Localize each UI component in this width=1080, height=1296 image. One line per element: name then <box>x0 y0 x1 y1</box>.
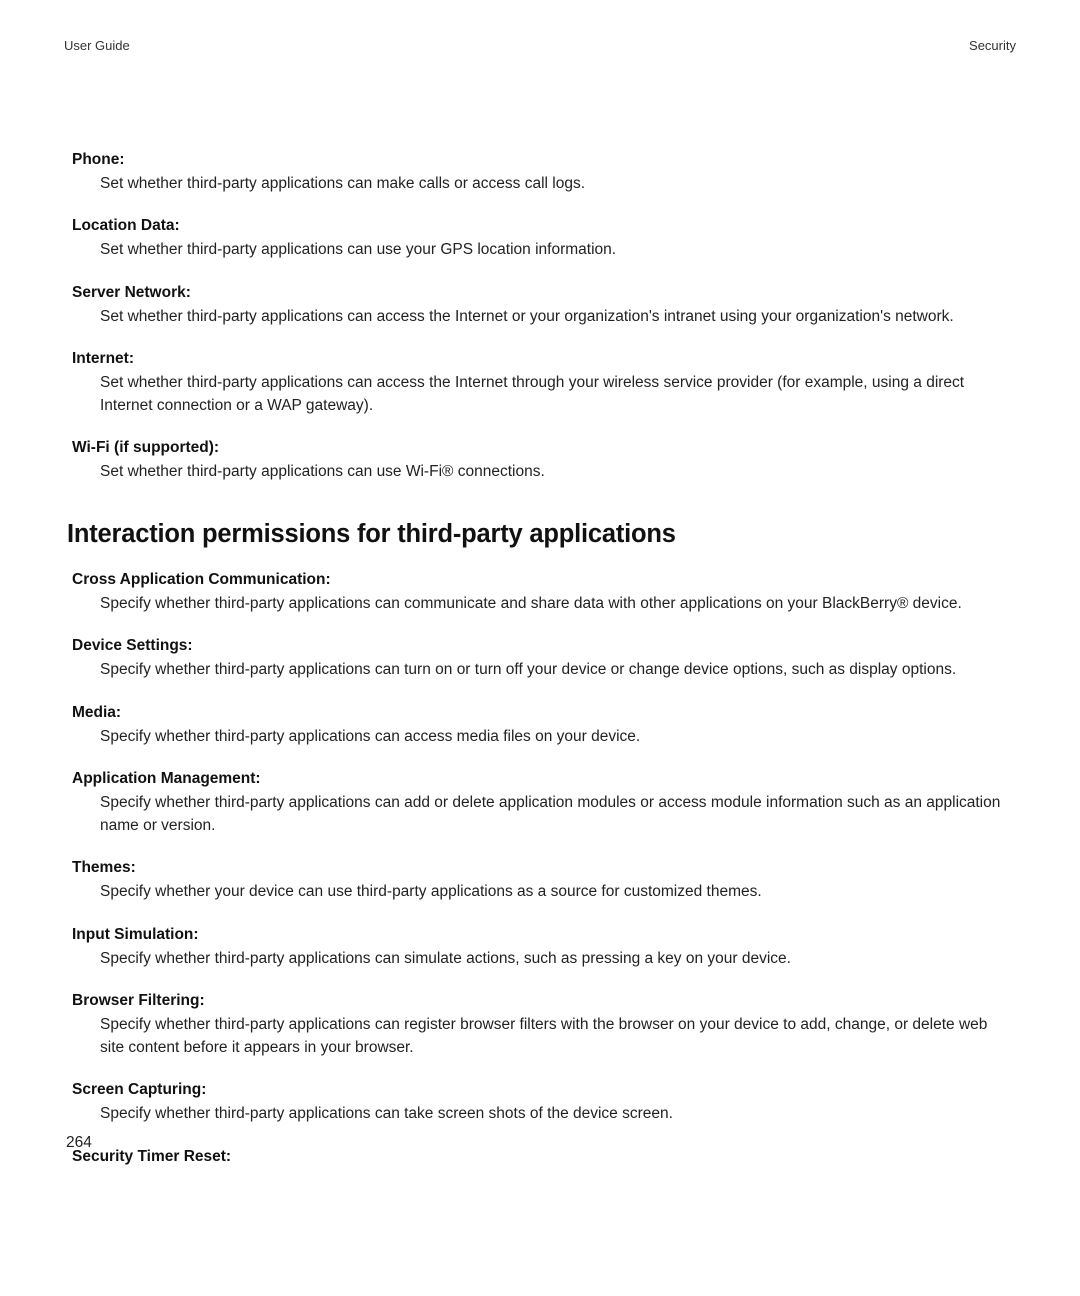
definition-title: Wi-Fi (if supported): <box>72 439 1016 457</box>
definition-item: Location Data: Set whether third-party ap… <box>72 217 1016 261</box>
definition-item: Browser Filtering: Specify whether third-… <box>72 992 1016 1059</box>
definition-description: Specify whether third-party applications… <box>72 948 1016 970</box>
definition-description: Specify whether third-party applications… <box>72 1014 1016 1059</box>
page-number: 264 <box>66 1134 92 1152</box>
definition-title: Application Management: <box>72 770 1016 788</box>
definition-title: Device Settings: <box>72 637 1016 655</box>
definition-description: Specify whether third-party applications… <box>72 593 1016 615</box>
definition-title: Security Timer Reset: <box>72 1148 1016 1166</box>
header-left: User Guide <box>64 38 130 53</box>
definition-description: Set whether third-party applications can… <box>72 461 1016 483</box>
definition-title: Themes: <box>72 859 1016 877</box>
definition-description: Set whether third-party applications can… <box>72 173 1016 195</box>
definition-title: Server Network: <box>72 284 1016 302</box>
definition-title: Internet: <box>72 350 1016 368</box>
definition-title: Cross Application Communication: <box>72 571 1016 589</box>
definition-title: Input Simulation: <box>72 926 1016 944</box>
top-items-block: Phone: Set whether third-party applicatio… <box>64 151 1016 484</box>
definition-description: Set whether third-party applications can… <box>72 372 1016 417</box>
definition-description: Set whether third-party applications can… <box>72 306 1016 328</box>
definition-title: Media: <box>72 704 1016 722</box>
definition-item: Wi-Fi (if supported): Set whether third-p… <box>72 439 1016 483</box>
definition-title: Screen Capturing: <box>72 1081 1016 1099</box>
definition-item: Screen Capturing: Specify whether third-p… <box>72 1081 1016 1125</box>
definition-description: Specify whether third-party applications… <box>72 726 1016 748</box>
definition-item: Cross Application Communication: Specify … <box>72 571 1016 615</box>
definition-item: Application Management: Specify whether t… <box>72 770 1016 837</box>
definition-description: Specify whether third-party applications… <box>72 659 1016 681</box>
section-heading: Interaction permissions for third-party … <box>64 520 1016 549</box>
definition-item: Themes: Specify whether your device can u… <box>72 859 1016 903</box>
definition-item: Phone: Set whether third-party applicatio… <box>72 151 1016 195</box>
bottom-items-block: Cross Application Communication: Specify … <box>64 571 1016 1166</box>
definition-title: Location Data: <box>72 217 1016 235</box>
definition-description: Specify whether third-party applications… <box>72 1103 1016 1125</box>
page-content: User Guide Security Phone: Set whether th… <box>0 0 1080 1166</box>
definition-description: Specify whether your device can use thir… <box>72 881 1016 903</box>
definition-item: Internet: Set whether third-party applica… <box>72 350 1016 417</box>
definition-title: Phone: <box>72 151 1016 169</box>
definition-item: Device Settings: Specify whether third-pa… <box>72 637 1016 681</box>
definition-item: Input Simulation: Specify whether third-p… <box>72 926 1016 970</box>
definition-item: Media: Specify whether third-party applic… <box>72 704 1016 748</box>
definition-description: Specify whether third-party applications… <box>72 792 1016 837</box>
page-header: User Guide Security <box>64 38 1016 53</box>
definition-item: Server Network: Set whether third-party a… <box>72 284 1016 328</box>
header-right: Security <box>969 38 1016 53</box>
definition-item: Security Timer Reset: <box>72 1148 1016 1166</box>
definition-title: Browser Filtering: <box>72 992 1016 1010</box>
definition-description: Set whether third-party applications can… <box>72 239 1016 261</box>
